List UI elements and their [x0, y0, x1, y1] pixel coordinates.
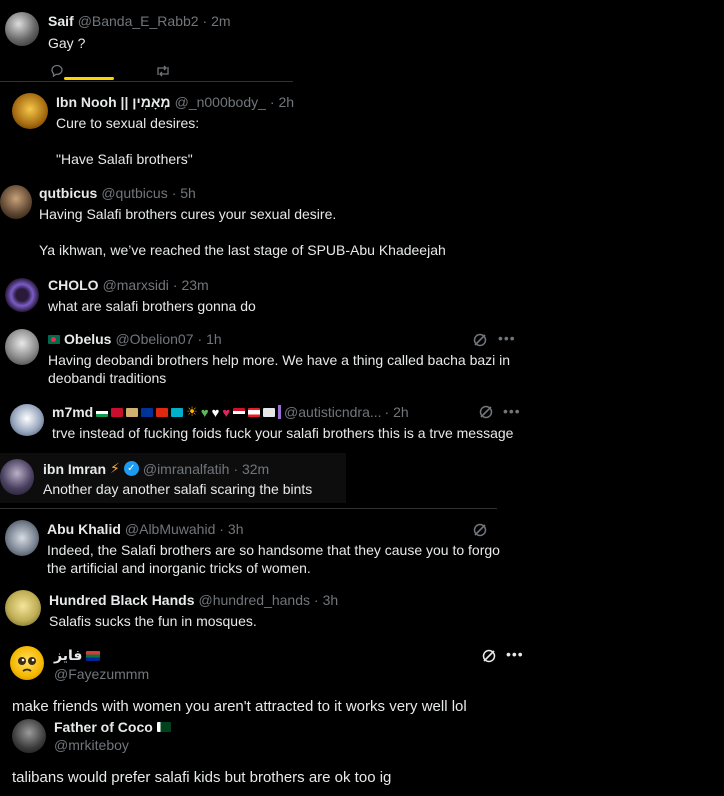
avatar[interactable] — [5, 278, 39, 312]
flag-icon — [156, 407, 169, 417]
more-icon[interactable]: ••• — [506, 646, 524, 662]
post-text-line: Having deobandi brothers help more. We h… — [48, 352, 511, 368]
post-text-line: Cure to sexual desires: — [56, 115, 200, 131]
author-name[interactable]: Ibn Nooh || מְאָמִין — [56, 94, 171, 110]
post-text: Gay ? — [48, 35, 86, 51]
post-time[interactable]: · 3h — [314, 592, 338, 608]
post-text: make friends with women you aren't attra… — [12, 698, 467, 715]
flag-icon — [156, 722, 171, 732]
flag-icon — [248, 407, 261, 417]
post-text: Salafis sucks the fun in mosques. — [49, 613, 257, 629]
post-text: what are salafi brothers gonna do — [48, 298, 256, 314]
author-handle[interactable]: @mrkiteboy — [54, 737, 129, 753]
author-handle[interactable]: @Obelion07 — [115, 331, 193, 347]
flag-icon — [171, 407, 184, 417]
more-icon[interactable]: ••• — [498, 330, 516, 346]
post-text-line: Indeed, the Salafi brothers are so hands… — [47, 542, 500, 558]
author-name[interactable]: Hundred Black Hands — [49, 592, 194, 608]
post-time[interactable]: · 5h — [172, 185, 196, 201]
avatar[interactable] — [5, 12, 39, 46]
post-time[interactable]: · 1h — [198, 331, 222, 347]
post-time[interactable]: · 2m — [203, 13, 231, 29]
avatar[interactable] — [10, 404, 44, 436]
author-handle[interactable]: @imranalfatih — [143, 461, 230, 477]
flag-icon — [86, 650, 101, 661]
avatar[interactable] — [0, 185, 32, 219]
flag-icon — [141, 407, 154, 417]
post-text: Another day another salafi scaring the b… — [43, 481, 313, 497]
reply-underline — [64, 77, 114, 80]
lightning-icon: ⚡ — [110, 460, 120, 476]
verified-badge-icon: ✓ — [123, 461, 139, 476]
author-handle[interactable]: @Fayezummm — [54, 666, 149, 682]
author-name[interactable]: CHOLO — [48, 277, 99, 293]
author-name[interactable]: Father of Coco — [54, 719, 153, 735]
grok-icon[interactable] — [481, 648, 497, 669]
red-heart-icon: ♥ — [222, 404, 231, 420]
avatar[interactable] — [12, 719, 46, 753]
author-handle[interactable]: @AlbMuwahid — [125, 521, 215, 537]
more-icon[interactable]: ••• — [503, 403, 521, 419]
flag-icon — [263, 407, 276, 417]
author-handle[interactable]: @autisticndra... — [284, 404, 381, 420]
post-time[interactable]: · 23m — [173, 277, 209, 293]
sun-icon: ☀ — [186, 404, 198, 419]
emoji-face-icon — [10, 646, 44, 680]
flag-icon — [48, 334, 60, 344]
post-time[interactable]: · 2h — [385, 404, 409, 420]
divider-bar-icon — [278, 405, 282, 419]
author-name[interactable]: m7md — [52, 404, 93, 420]
post-time[interactable]: · 3h — [219, 521, 243, 537]
author-handle[interactable]: @_n000body_ — [175, 94, 266, 110]
post-text: trve instead of fucking foids fuck your … — [52, 425, 514, 441]
author-handle[interactable]: @Banda_E_Rabb2 — [78, 13, 199, 29]
divider — [0, 508, 497, 509]
white-heart-icon: ♥ — [211, 404, 220, 420]
post-time[interactable]: · 32m — [233, 461, 269, 477]
avatar[interactable] — [5, 520, 39, 556]
author-name[interactable]: Abu Khalid — [47, 521, 121, 537]
grok-icon[interactable] — [472, 332, 488, 353]
flag-icon — [96, 407, 109, 417]
post-text-line: Ya ikhwan, we’ve reached the last stage … — [39, 242, 446, 258]
post-text-line: "Have Salafi brothers" — [56, 151, 193, 167]
author-handle[interactable]: @marxsidi — [103, 277, 169, 293]
post-text-line: deobandi traditions — [48, 370, 167, 386]
author-name[interactable]: Obelus — [64, 331, 111, 347]
divider — [0, 81, 293, 82]
author-name[interactable]: ibn Imran — [43, 461, 106, 477]
avatar[interactable] — [0, 459, 34, 495]
post-text: talibans would prefer salafi kids but br… — [12, 769, 392, 786]
author-handle[interactable]: @qutbicus — [101, 185, 167, 201]
avatar[interactable] — [5, 590, 41, 626]
post-text-line: Having Salafi brothers cures your sexual… — [39, 206, 337, 222]
flag-icon — [126, 407, 139, 417]
author-name[interactable]: Saif — [48, 13, 74, 29]
avatar[interactable] — [12, 93, 48, 129]
author-name[interactable]: فايز — [54, 647, 82, 664]
avatar[interactable] — [5, 329, 39, 365]
author-name[interactable]: qutbicus — [39, 185, 97, 201]
green-heart-icon: ♥ — [200, 404, 209, 420]
author-handle[interactable]: @hundred_hands — [198, 592, 310, 608]
flag-icon — [111, 407, 124, 417]
grok-icon[interactable] — [478, 404, 494, 425]
grok-icon[interactable] — [472, 522, 488, 543]
post-time[interactable]: · 2h — [270, 94, 294, 110]
flag-icon — [233, 407, 246, 417]
post-text-line: the artificial and inorganic tricks of w… — [47, 560, 311, 576]
